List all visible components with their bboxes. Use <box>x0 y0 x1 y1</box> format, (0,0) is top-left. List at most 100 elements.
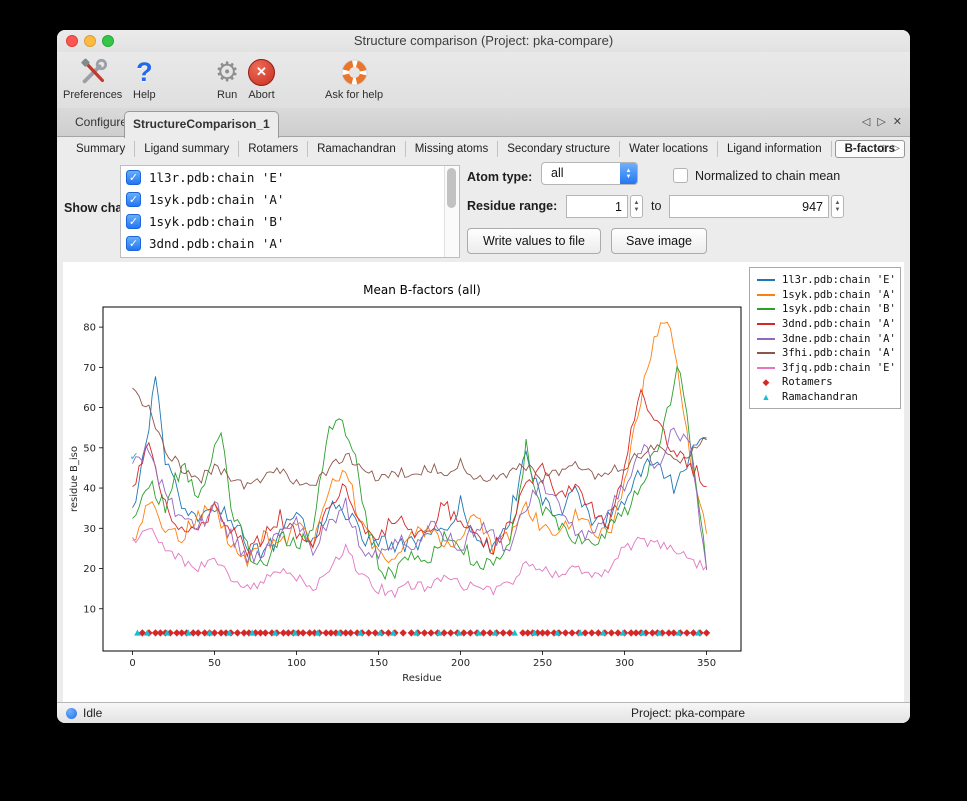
svg-text:150: 150 <box>369 658 388 669</box>
residue-to-stepper[interactable]: ▲▼ <box>831 195 844 218</box>
svg-text:250: 250 <box>533 658 552 669</box>
subtab-ligand-summary[interactable]: Ligand summary <box>135 141 239 157</box>
legend-entry: 1syk.pdb:chain 'A' <box>756 288 896 303</box>
subtab-water-locations[interactable]: Water locations <box>620 141 718 157</box>
legend-label: Rotamers <box>782 376 833 388</box>
toolbar-preferences-button[interactable]: Preferences <box>63 56 122 101</box>
legend-line-swatch <box>756 308 776 310</box>
normalized-checkbox[interactable] <box>673 168 688 183</box>
chain-label: 1l3r.pdb:chain 'E' <box>149 170 284 185</box>
svg-text:80: 80 <box>83 323 96 334</box>
residue-range-label: Residue range: <box>467 199 557 213</box>
svg-text:50: 50 <box>208 658 221 669</box>
svg-text:40: 40 <box>83 484 96 495</box>
legend-line-swatch <box>756 323 776 325</box>
question-mark-icon: ? <box>136 56 153 88</box>
atom-type-label: Atom type: <box>467 170 532 184</box>
tab-structurecomparison-1[interactable]: StructureComparison_1 <box>124 111 279 138</box>
subtab-rotamers[interactable]: Rotamers <box>239 141 308 157</box>
svg-text:0: 0 <box>129 658 135 669</box>
status-dot-icon <box>66 708 77 719</box>
legend-triangle-icon: ▲ <box>756 393 776 402</box>
desktop-background: Structure comparison (Project: pka-compa… <box>0 0 967 801</box>
chain-checkbox[interactable]: ✓ <box>126 214 141 229</box>
svg-text:30: 30 <box>83 524 96 535</box>
legend-label: Ramachandran <box>782 391 858 403</box>
atom-type-dropdown[interactable]: all ▲▼ <box>541 162 638 185</box>
svg-text:10: 10 <box>83 604 96 615</box>
dropdown-stepper-icon[interactable]: ▲▼ <box>620 163 637 184</box>
residue-from-field[interactable] <box>566 195 628 218</box>
gear-icon: ⚙ <box>215 56 239 88</box>
legend-entry: 3dnd.pdb:chain 'A' <box>756 317 896 332</box>
write-values-button[interactable]: Write values to file <box>467 228 601 254</box>
status-text: Idle <box>83 706 102 720</box>
subtab-nav-left-icon[interactable]: ◁ <box>877 143 885 154</box>
sub-tabs: SummaryLigand summaryRotamersRamachandra… <box>67 140 908 158</box>
legend-label: 1l3r.pdb:chain 'E' <box>782 274 896 286</box>
legend-label: 3dnd.pdb:chain 'A' <box>782 318 896 330</box>
legend-line-swatch <box>756 294 776 296</box>
legend-label: 3dne.pdb:chain 'A' <box>782 333 896 345</box>
toolbar-label: Abort <box>248 89 274 101</box>
chart-legend: 1l3r.pdb:chain 'E' 1syk.pdb:chain 'A'1syk… <box>749 267 901 409</box>
residue-from-stepper[interactable]: ▲▼ <box>630 195 643 218</box>
window-title: Structure comparison (Project: pka-compa… <box>57 33 910 48</box>
chain-row[interactable]: ✓1syk.pdb:chain 'B' <box>121 210 459 232</box>
chain-row[interactable]: ✓ 3dnd.pdb:chain 'A' <box>121 232 459 254</box>
legend-entry: ▲ Ramachandran <box>756 390 896 405</box>
toolbar-help-button[interactable]: ?Help <box>133 56 156 101</box>
chain-label: 3dnd.pdb:chain 'A' <box>149 236 284 251</box>
controls-panel: Show chains: ✓1l3r.pdb:chain 'E'✓1syk.pd… <box>57 161 910 262</box>
subtab-nav-right-icon[interactable]: ▷ <box>892 143 900 154</box>
tab-nav-left-icon[interactable]: ◁ <box>862 115 870 128</box>
svg-text:20: 20 <box>83 564 96 575</box>
subtab-ramachandran[interactable]: Ramachandran <box>308 141 406 157</box>
toolbar-run-button[interactable]: ⚙Run <box>215 56 239 101</box>
toolbar-abort-button[interactable]: ✕Abort <box>248 56 275 101</box>
subtab-secondary-structure[interactable]: Secondary structure <box>498 141 620 157</box>
legend-entry: 1syk.pdb:chain 'B' <box>756 302 896 317</box>
svg-text:50: 50 <box>83 443 96 454</box>
legend-label: 3fhi.pdb:chain 'A' <box>782 347 896 359</box>
toolbar-ask-for-help-button[interactable]: Ask for help <box>325 56 383 101</box>
chain-list[interactable]: ✓ 1l3r.pdb:chain 'E' ✓ 1syk.pdb:chain 'A' ✓1… <box>120 165 460 258</box>
tab-nav-right-icon[interactable]: ▷ <box>877 115 885 128</box>
legend-line-swatch <box>756 352 776 354</box>
legend-entry: 3fhi.pdb:chain 'A' <box>756 346 896 361</box>
subtab-ligand-information[interactable]: Ligand information <box>718 141 832 157</box>
subtab-summary[interactable]: Summary <box>67 141 135 157</box>
svg-text:Mean B-factors (all): Mean B-factors (all) <box>363 283 481 297</box>
sub-tab-bar: SummaryLigand summaryRotamersRamachandra… <box>57 137 910 161</box>
svg-text:100: 100 <box>287 658 306 669</box>
chain-label: 1syk.pdb:chain 'A' <box>149 192 284 207</box>
chain-row[interactable]: ✓ 1syk.pdb:chain 'A' <box>121 188 459 210</box>
chain-checkbox[interactable]: ✓ <box>126 170 141 185</box>
legend-line-swatch <box>756 279 776 281</box>
app-window: Structure comparison (Project: pka-compa… <box>57 30 910 723</box>
status-bar: Idle Project: pka-compare <box>57 702 910 723</box>
normalized-label: Normalized to chain mean <box>695 169 840 183</box>
to-label: to <box>651 199 661 213</box>
chain-list-scrollbar[interactable] <box>444 166 459 257</box>
legend-diamond-icon: ◆ <box>756 378 776 387</box>
legend-line-swatch <box>756 338 776 340</box>
tab-close-icon[interactable]: ✕ <box>893 115 902 128</box>
legend-label: 1syk.pdb:chain 'A' <box>782 289 896 301</box>
scrollbar-thumb[interactable] <box>447 168 456 208</box>
atom-type-value: all <box>551 166 564 180</box>
svg-text:350: 350 <box>697 658 716 669</box>
legend-entry: 1l3r.pdb:chain 'E' <box>756 273 896 288</box>
svg-text:70: 70 <box>83 363 96 374</box>
titlebar[interactable]: Structure comparison (Project: pka-compa… <box>57 30 910 52</box>
subtab-missing-atoms[interactable]: Missing atoms <box>406 141 499 157</box>
chart-panel: 0501001502002503003501020304050607080✓Me… <box>63 262 904 702</box>
chain-checkbox[interactable]: ✓ <box>126 236 141 251</box>
legend-line-swatch <box>756 367 776 369</box>
save-image-button[interactable]: Save image <box>611 228 707 254</box>
chain-checkbox[interactable]: ✓ <box>126 192 141 207</box>
svg-text:✓: ✓ <box>130 450 139 463</box>
chain-row[interactable]: ✓ 1l3r.pdb:chain 'E' <box>121 166 459 188</box>
abort-x-icon: ✕ <box>248 56 275 88</box>
residue-to-field[interactable] <box>669 195 829 218</box>
